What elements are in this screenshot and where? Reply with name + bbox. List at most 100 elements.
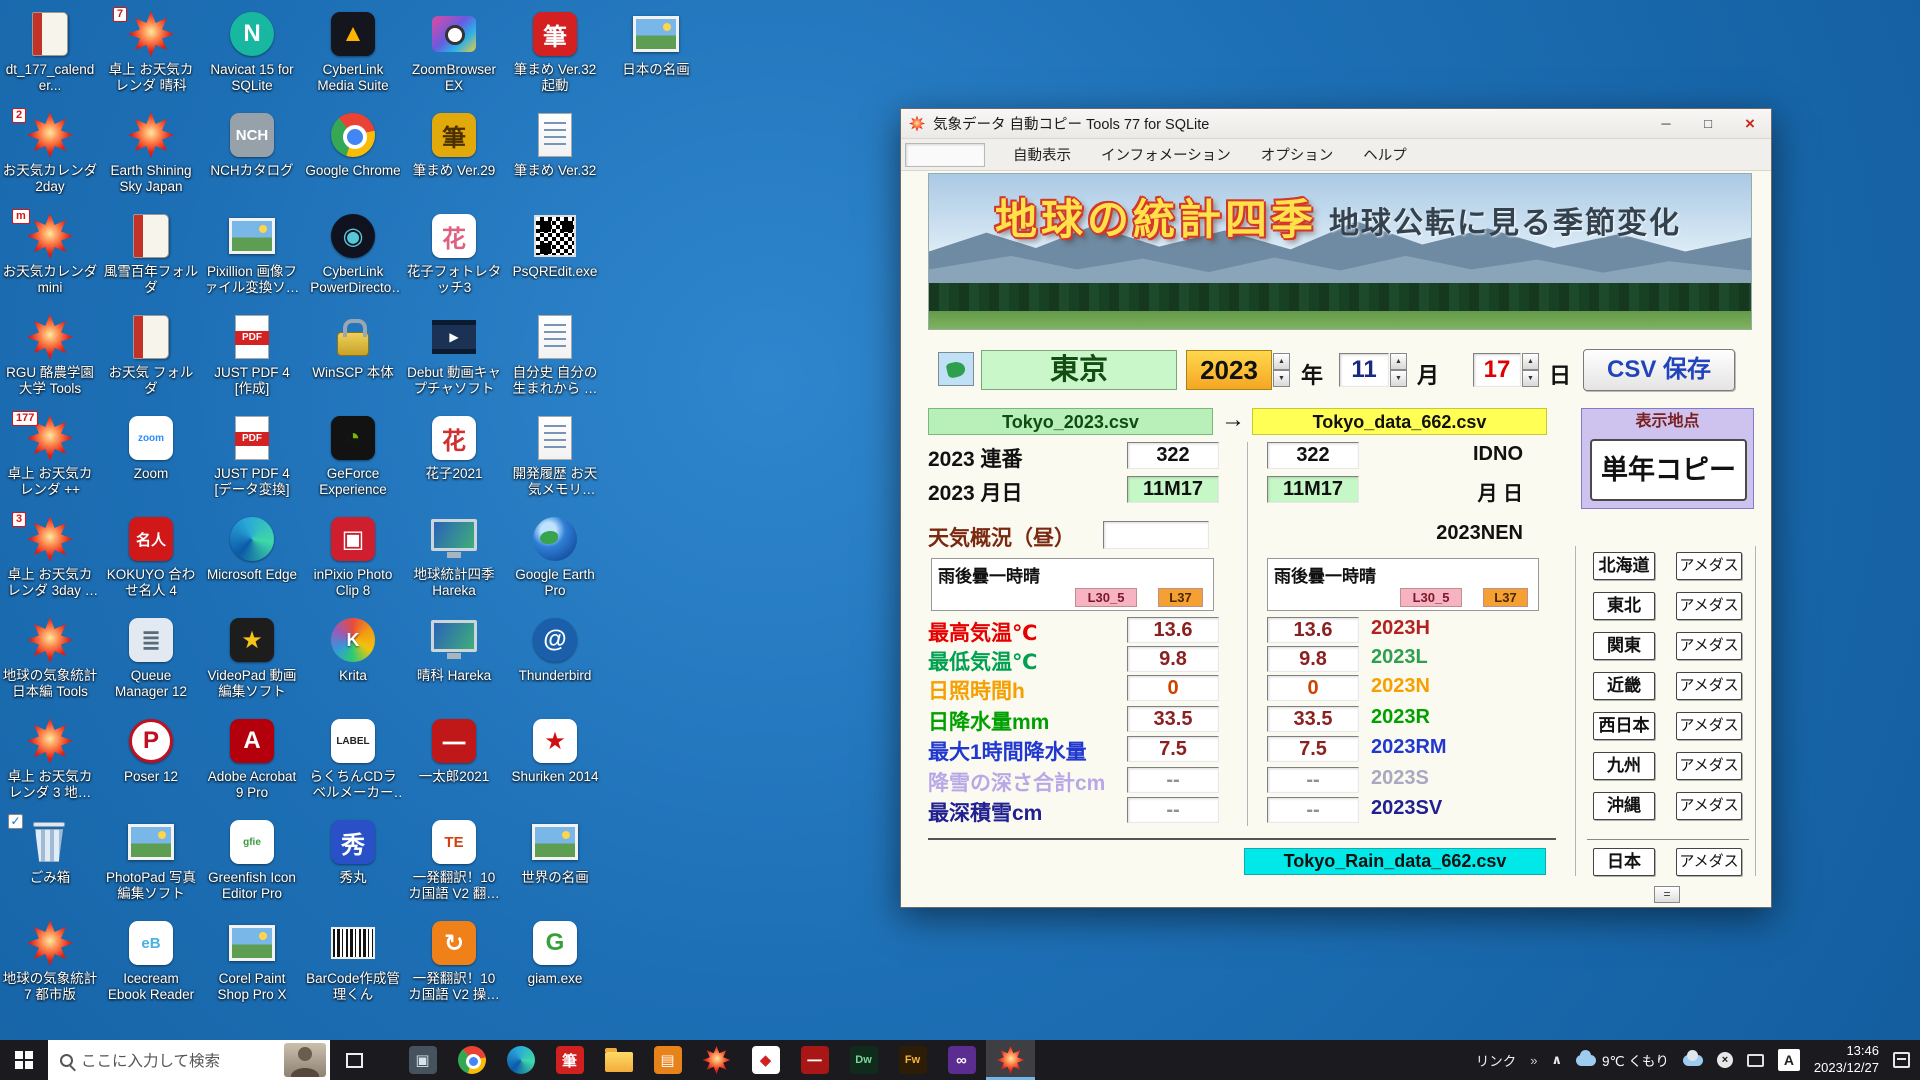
- year-down-button[interactable]: ▼: [1273, 370, 1290, 387]
- weather-widget[interactable]: 9℃ くもり: [1576, 1050, 1669, 1070]
- desktop-icon[interactable]: BarCode作成管理くん: [305, 917, 401, 1003]
- desktop-icon[interactable]: 開発履歴 お天気メモリ Ver57.txt: [507, 412, 603, 498]
- amedas-button[interactable]: アメダス: [1676, 712, 1742, 740]
- year-up-button[interactable]: ▲: [1273, 353, 1290, 370]
- desktop-icon[interactable]: ◉CyberLink PowerDirector 11: [305, 210, 401, 296]
- id-value-right[interactable]: 322: [1267, 442, 1359, 469]
- taskbar-app-app-orange[interactable]: ▤: [643, 1040, 692, 1080]
- desktop-icon[interactable]: 晴科 Hareka: [406, 614, 502, 684]
- stat-value-left[interactable]: 9.8: [1127, 646, 1219, 672]
- day-field[interactable]: 17: [1473, 353, 1521, 387]
- status-x-icon[interactable]: ×: [1717, 1052, 1733, 1068]
- weather-text-left[interactable]: 雨後曇一時晴 L30_5 L37: [931, 558, 1214, 611]
- taskbar-app-fudemame[interactable]: 筆: [545, 1040, 594, 1080]
- desktop-icon[interactable]: Corel Paint Shop Pro X: [204, 917, 300, 1003]
- taskbar-search[interactable]: ここに入力して検索: [48, 1040, 330, 1080]
- desktop-icon[interactable]: 日本の名画: [608, 8, 704, 78]
- desktop-icon[interactable]: 一一太郎2021: [406, 715, 502, 785]
- stat-value-left[interactable]: --: [1127, 767, 1219, 793]
- stat-value-left[interactable]: --: [1127, 797, 1219, 823]
- desktop-icon[interactable]: ★VideoPad 動画編集ソフト: [204, 614, 300, 700]
- selected-checkbox[interactable]: ✓: [8, 814, 23, 829]
- start-button[interactable]: [0, 1040, 48, 1080]
- search-highlight-avatar[interactable]: [284, 1043, 326, 1077]
- desktop-icon[interactable]: ≣Queue Manager 12: [103, 614, 199, 700]
- stat-value-left[interactable]: 0: [1127, 675, 1219, 701]
- taskbar-app-fireworks[interactable]: Fw: [888, 1040, 937, 1080]
- amedas-button[interactable]: アメダス: [1676, 672, 1742, 700]
- desktop-icon[interactable]: 2お天気カレンダ 2day: [2, 109, 98, 195]
- taskbar-app-weather-calendar[interactable]: [692, 1040, 741, 1080]
- taskbar-app-file-explorer[interactable]: [594, 1040, 643, 1080]
- desktop-icon[interactable]: mお天気カレンダ mini: [2, 210, 98, 296]
- ime-mode-icon[interactable]: A: [1778, 1049, 1800, 1071]
- desktop-icon[interactable]: 地球の気象統計 7 都市版: [2, 917, 98, 1003]
- desktop-icon[interactable]: 秀秀丸: [305, 816, 401, 886]
- desktop-icon[interactable]: WinSCP 本体: [305, 311, 401, 381]
- menu-item[interactable]: ヘルプ: [1351, 141, 1419, 168]
- desktop-icon[interactable]: PPoser 12: [103, 715, 199, 785]
- desktop-icon[interactable]: 筆筆まめ Ver.32起動: [507, 8, 603, 94]
- desktop-icon[interactable]: Microsoft Edge: [204, 513, 300, 583]
- desktop-icon[interactable]: 花花子2021: [406, 412, 502, 482]
- amedas-button[interactable]: アメダス: [1676, 792, 1742, 820]
- desktop-icon[interactable]: 3卓上 お天気カレンダ 3day × 20年: [2, 513, 98, 599]
- day-down-button[interactable]: ▼: [1522, 370, 1539, 387]
- desktop-icon[interactable]: 花花子フォトレタッチ3: [406, 210, 502, 296]
- menu-item[interactable]: インフォメーション: [1089, 141, 1243, 168]
- taskbar-app-visual-app[interactable]: ∞: [937, 1040, 986, 1080]
- single-year-copy-button[interactable]: 単年コピー: [1590, 439, 1747, 501]
- stat-value-right[interactable]: 9.8: [1267, 646, 1359, 672]
- stat-value-right[interactable]: 33.5: [1267, 706, 1359, 732]
- stat-value-right[interactable]: 13.6: [1267, 617, 1359, 643]
- desktop-icon[interactable]: 7卓上 お天気カレンダ 晴科: [103, 8, 199, 94]
- links-overflow-chevron[interactable]: »: [1530, 1053, 1537, 1068]
- csv-save-button[interactable]: CSV 保存: [1583, 349, 1735, 391]
- desktop-icon[interactable]: RGU 酪農学園大学 Tools: [2, 311, 98, 397]
- region-button[interactable]: 九州: [1593, 752, 1655, 780]
- desktop-icon[interactable]: ◔GeForce Experience: [305, 412, 401, 498]
- desktop-icon[interactable]: AAdobe Acrobat 9 Pro: [204, 715, 300, 801]
- desktop-icon[interactable]: Google Earth Pro: [507, 513, 603, 599]
- date-value-left[interactable]: 11M17: [1127, 476, 1219, 503]
- region-button[interactable]: 東北: [1593, 592, 1655, 620]
- desktop-icon[interactable]: 卓上 お天気カレンダ 3 地点Pro: [2, 715, 98, 801]
- desktop-icon[interactable]: 風雪百年フォルダ: [103, 210, 199, 296]
- desktop-icon[interactable]: NCHNCHカタログ: [204, 109, 300, 179]
- desktop-icon[interactable]: お天気 フォルダ: [103, 311, 199, 397]
- links-toolbar-label[interactable]: リンク: [1476, 1050, 1517, 1070]
- taskbar-clock[interactable]: 13:46 2023/12/27: [1814, 1043, 1879, 1077]
- date-value-right[interactable]: 11M17: [1267, 476, 1359, 503]
- desktop-icon[interactable]: 地球の気象統計 日本編 Tools: [2, 614, 98, 700]
- desktop-icon[interactable]: eBIcecream Ebook Reader: [103, 917, 199, 1003]
- desktop-icon[interactable]: Earth Shining Sky Japan: [103, 109, 199, 195]
- desktop-icon[interactable]: ZoomBrowser EX: [406, 8, 502, 94]
- task-view-button[interactable]: [332, 1040, 376, 1080]
- desktop-icon[interactable]: LABELらくちんCDラベルメーカー20Pro: [305, 715, 401, 801]
- stat-value-right[interactable]: 0: [1267, 675, 1359, 701]
- region-button[interactable]: 北海道: [1593, 552, 1655, 580]
- desktop-icon[interactable]: KKrita: [305, 614, 401, 684]
- minimize-button[interactable]: ─: [1645, 109, 1687, 138]
- month-down-button[interactable]: ▼: [1390, 370, 1407, 387]
- taskbar-app-dreamweaver[interactable]: Dw: [839, 1040, 888, 1080]
- onedrive-cloud-icon[interactable]: [1683, 1055, 1703, 1066]
- city-display[interactable]: 東京: [981, 350, 1177, 390]
- desktop-icon[interactable]: ▣inPixio Photo Clip 8: [305, 513, 401, 599]
- desktop-icon[interactable]: 筆まめ Ver.32: [507, 109, 603, 179]
- amedas-button[interactable]: アメダス: [1676, 752, 1742, 780]
- desktop-icon[interactable]: PhotoPad 写真編集ソフト: [103, 816, 199, 902]
- month-up-button[interactable]: ▲: [1390, 353, 1407, 370]
- network-display-icon[interactable]: [1747, 1054, 1764, 1067]
- stat-value-left[interactable]: 13.6: [1127, 617, 1219, 643]
- year-display[interactable]: 2023: [1186, 350, 1272, 390]
- desktop-icon[interactable]: Pixillion 画像ファイル変換ソフト: [204, 210, 300, 296]
- menu-item[interactable]: オプション: [1249, 141, 1346, 168]
- desktop-icon[interactable]: 自分史 自分の生まれから 現在まで.txt: [507, 311, 603, 397]
- region-button[interactable]: 西日本: [1593, 712, 1655, 740]
- desktop-icon[interactable]: 世界の名画: [507, 816, 603, 886]
- taskbar-app-chrome[interactable]: [447, 1040, 496, 1080]
- maximize-button[interactable]: □: [1687, 109, 1729, 138]
- desktop-icon[interactable]: ★Shuriken 2014: [507, 715, 603, 785]
- stat-value-left[interactable]: 7.5: [1127, 736, 1219, 762]
